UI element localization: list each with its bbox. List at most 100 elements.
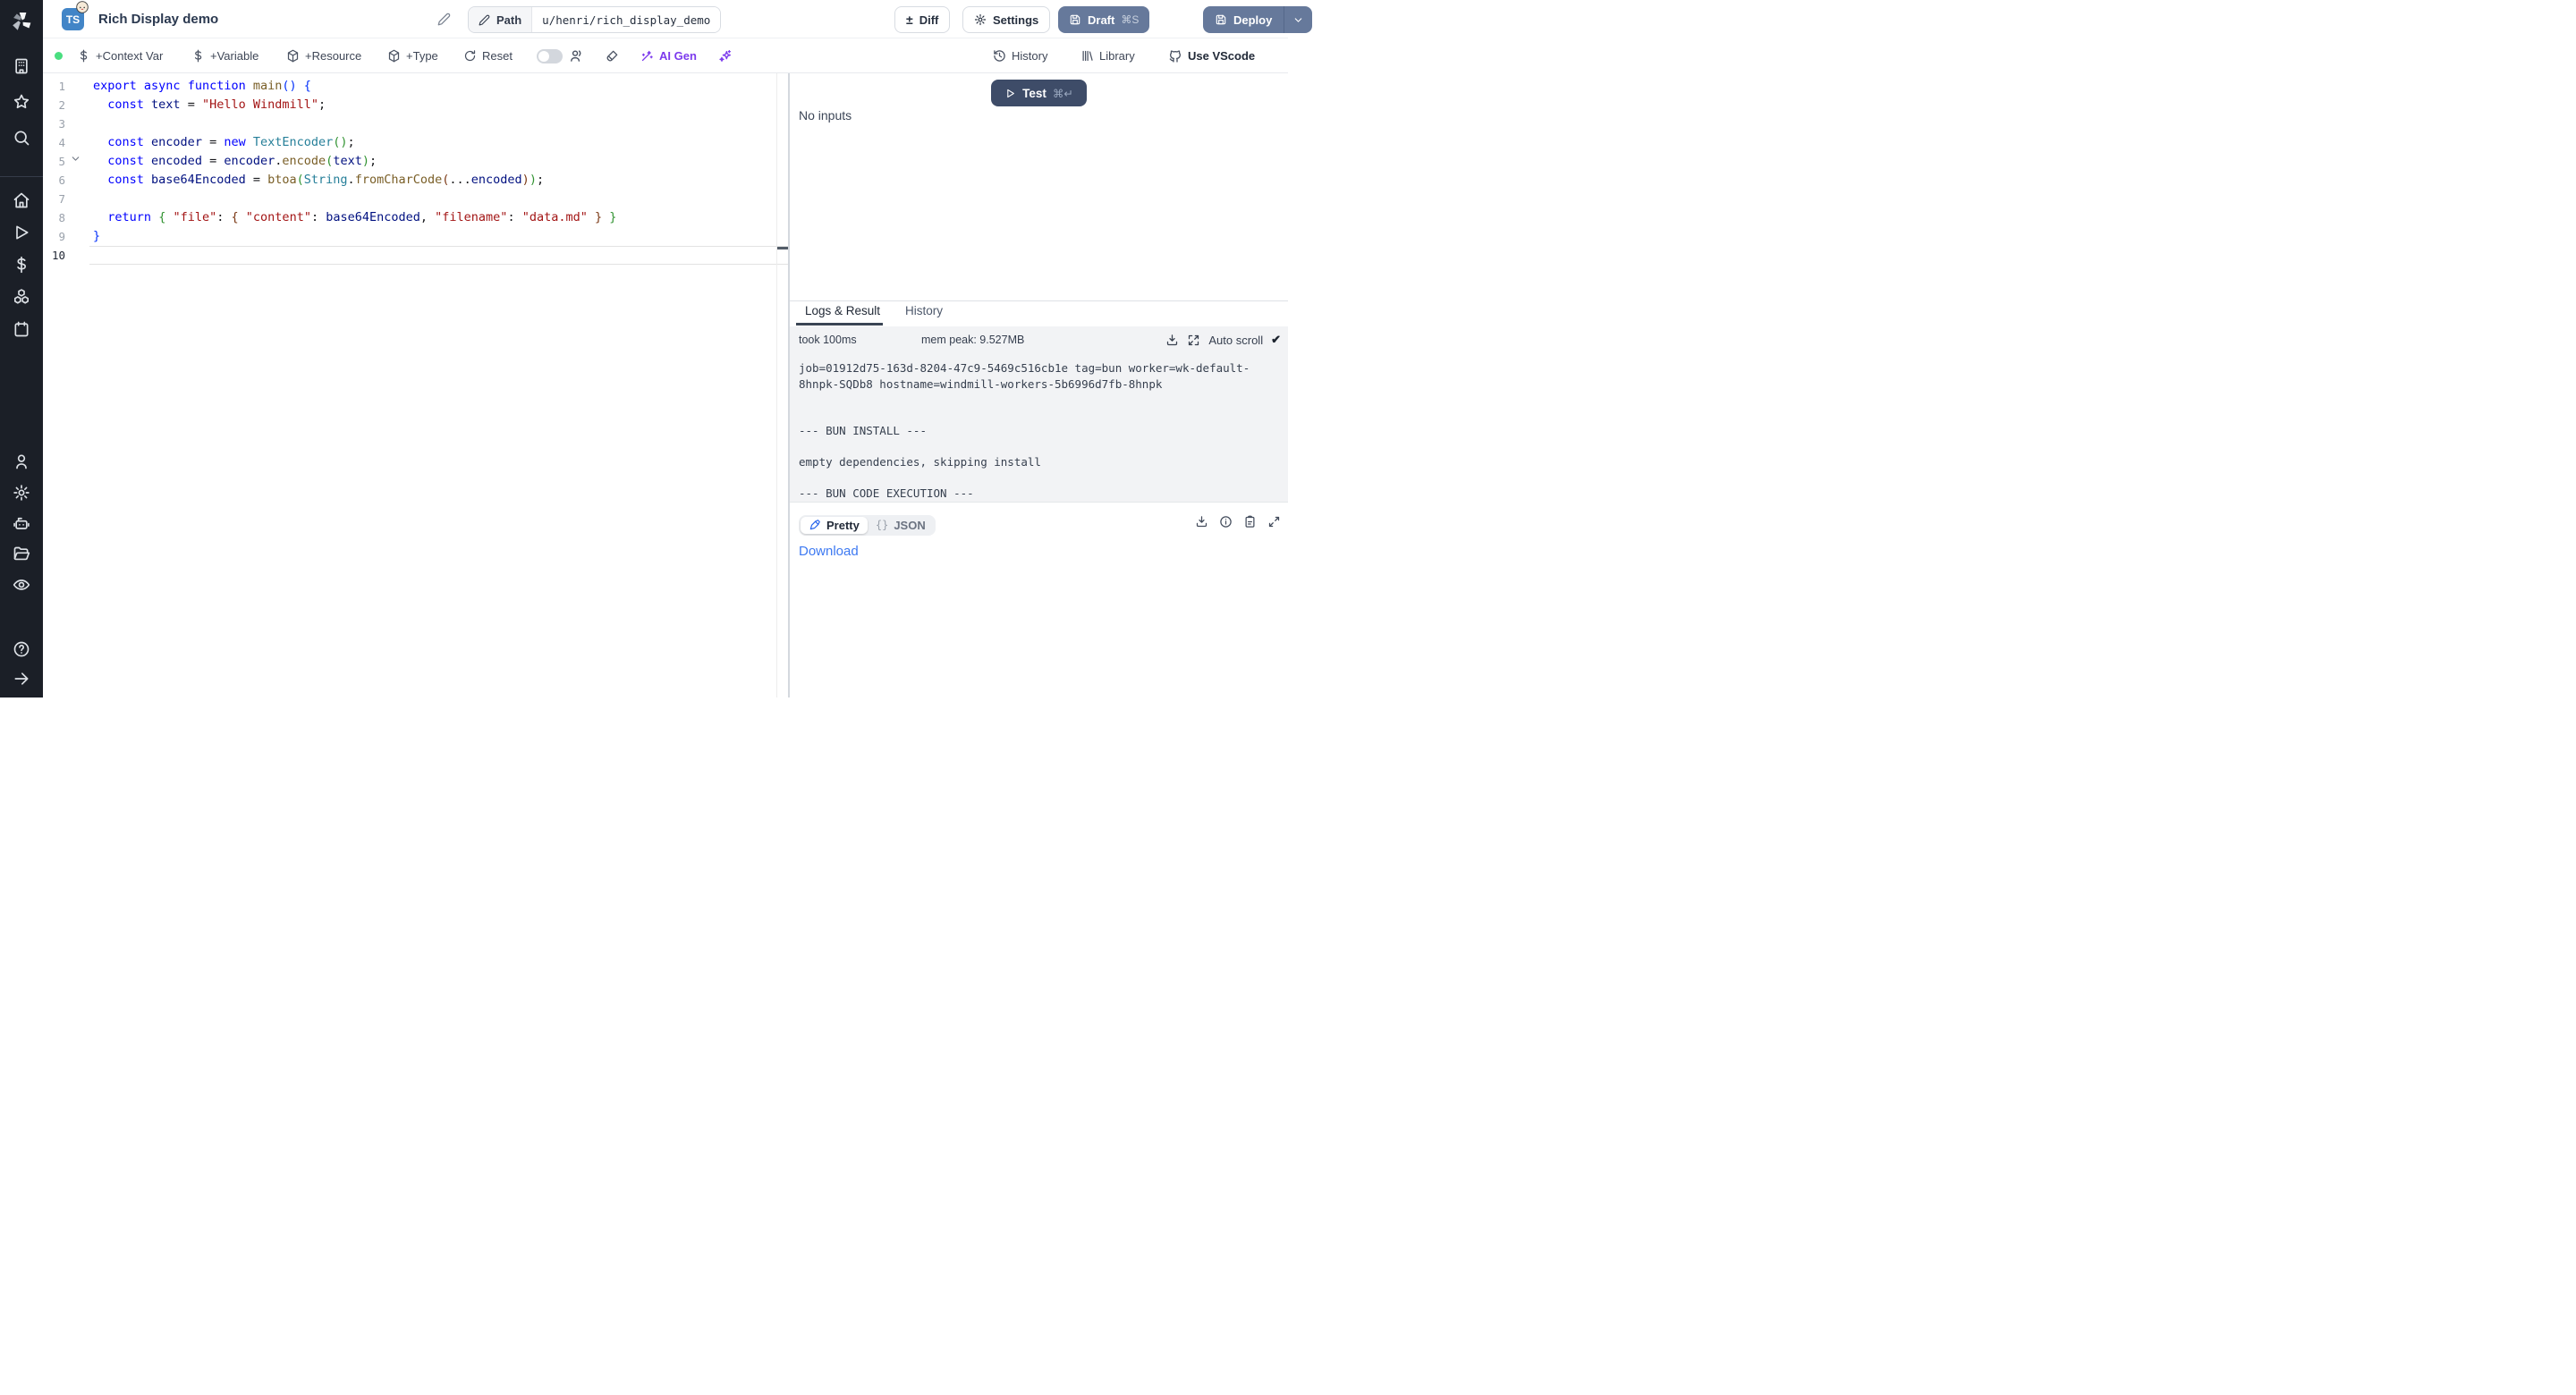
add-variable-label: +Variable — [210, 49, 258, 63]
sparkles-icon — [718, 49, 733, 63]
log-output: job=01912d75-163d-8204-47c9-5469c516cb1e… — [799, 360, 1277, 502]
page-title: Rich Display demo — [98, 12, 218, 27]
library-button[interactable]: Library — [1080, 39, 1135, 72]
dollar-icon — [191, 49, 205, 63]
add-type-label: +Type — [406, 49, 438, 63]
edit-title-pencil-icon[interactable] — [437, 13, 451, 26]
ai-sparkles-button[interactable] — [718, 39, 733, 72]
folders-icon[interactable] — [13, 545, 30, 563]
editor-toolbar: +Context Var +Variable +Resource +Type R… — [43, 39, 1288, 73]
paintbrush-icon — [605, 49, 619, 63]
diff-label: Diff — [919, 13, 939, 27]
reset-button[interactable]: Reset — [463, 39, 513, 72]
package-icon — [286, 49, 300, 63]
test-button[interactable]: Test ⌘↵ — [991, 80, 1087, 106]
status-dot — [55, 52, 63, 60]
deploy-label: Deploy — [1233, 13, 1272, 27]
save-icon — [1215, 13, 1227, 26]
path-value: u/henri/rich_display_demo — [532, 7, 720, 32]
settings-button[interactable]: Settings — [962, 6, 1050, 33]
workspace-building-icon[interactable] — [13, 57, 30, 75]
draft-shortcut: ⌘S — [1121, 13, 1139, 26]
history-clock-icon — [993, 49, 1006, 63]
maximize-result-icon[interactable] — [1267, 515, 1281, 528]
ai-gen-button[interactable]: AI Gen — [640, 39, 697, 72]
history-button[interactable]: History — [993, 39, 1047, 72]
add-context-var-button[interactable]: +Context Var — [77, 39, 163, 72]
variables-dollar-icon[interactable] — [13, 256, 30, 274]
schedules-calendar-icon[interactable] — [13, 320, 30, 338]
home-icon[interactable] — [13, 191, 30, 209]
info-icon[interactable] — [1219, 515, 1233, 528]
download-logs-icon[interactable] — [1165, 334, 1179, 347]
refresh-icon — [463, 49, 477, 63]
left-sidebar — [0, 0, 43, 698]
autoscroll-checkmark[interactable]: ✔ — [1271, 333, 1281, 347]
add-type-button[interactable]: +Type — [387, 39, 438, 72]
play-icon — [1004, 88, 1016, 99]
tab-logs-result[interactable]: Logs & Result — [805, 304, 880, 317]
format-brush-button[interactable] — [605, 39, 619, 72]
use-vscode-button[interactable]: Use VScode — [1168, 39, 1255, 72]
diff-button[interactable]: ± Diff — [894, 6, 950, 33]
users-person-icon[interactable] — [13, 452, 30, 470]
deploy-button[interactable]: Deploy — [1203, 6, 1284, 33]
resources-cubes-icon[interactable] — [13, 288, 30, 306]
draft-button[interactable]: Draft ⌘S — [1058, 6, 1149, 33]
plus-minus-icon: ± — [906, 13, 913, 27]
test-shortcut: ⌘↵ — [1053, 87, 1073, 100]
panel-resize-divider[interactable] — [788, 73, 790, 698]
pretty-view-button[interactable]: Pretty — [801, 517, 868, 534]
settings-gear-icon[interactable] — [13, 484, 30, 502]
bun-runtime-icon — [76, 1, 89, 13]
run-result-panel: Test ⌘↵ No inputs Logs & Result History … — [790, 73, 1288, 698]
code-lines: export async function main() { const tex… — [93, 77, 616, 265]
audit-eye-icon[interactable] — [13, 576, 30, 594]
help-icon[interactable] — [13, 640, 30, 658]
overview-ruler-cursor-marker — [777, 247, 788, 249]
add-variable-button[interactable]: +Variable — [191, 39, 258, 72]
autoscroll-label: Auto scroll — [1208, 334, 1263, 347]
json-view-button[interactable]: {} JSON — [868, 517, 934, 534]
script-path-field[interactable]: Path u/henri/rich_display_demo — [468, 6, 721, 33]
json-label: JSON — [894, 519, 925, 532]
expand-logs-icon[interactable] — [1187, 334, 1200, 347]
gear-icon — [974, 13, 987, 26]
expand-sidebar-arrow-icon[interactable] — [13, 670, 30, 688]
run-stats-row: took 100ms mem peak: 9.527MB Auto scroll… — [790, 326, 1288, 353]
download-result-icon[interactable] — [1195, 515, 1208, 528]
active-tab-underline — [796, 323, 883, 326]
download-link[interactable]: Download — [799, 544, 859, 559]
pretty-label: Pretty — [826, 519, 860, 532]
windmill-logo-icon[interactable] — [9, 9, 34, 34]
favorites-star-icon[interactable] — [13, 93, 30, 111]
settings-label: Settings — [993, 13, 1038, 27]
fold-chevron-icon[interactable] — [70, 153, 81, 165]
result-view-switcher: Pretty {} JSON — [799, 513, 936, 537]
multiplayer-users-button[interactable] — [569, 39, 584, 72]
add-resource-label: +Resource — [305, 49, 361, 63]
search-icon[interactable] — [13, 129, 30, 147]
deploy-dropdown-button[interactable] — [1284, 6, 1312, 33]
workers-robot-icon[interactable] — [13, 515, 30, 533]
duration-stat: took 100ms — [799, 334, 857, 346]
add-resource-button[interactable]: +Resource — [286, 39, 361, 72]
save-icon — [1069, 13, 1081, 26]
ai-gen-label: AI Gen — [659, 49, 697, 63]
history-label: History — [1012, 49, 1047, 63]
tab-history[interactable]: History — [905, 304, 943, 317]
reset-label: Reset — [482, 49, 513, 63]
no-inputs-text: No inputs — [799, 108, 852, 123]
path-label-section: Path — [469, 7, 532, 32]
runs-play-icon[interactable] — [13, 224, 30, 241]
result-actions — [1195, 515, 1281, 528]
path-pencil-icon — [479, 14, 490, 26]
draft-label: Draft — [1088, 13, 1114, 27]
memory-stat: mem peak: 9.527MB — [921, 334, 1024, 346]
panel-horizontal-divider[interactable] — [790, 300, 1288, 301]
copy-clipboard-icon[interactable] — [1243, 515, 1257, 528]
overview-ruler-border — [776, 73, 777, 698]
code-editor[interactable]: 12345678910 export async function main()… — [43, 73, 788, 698]
toggle-knob — [538, 51, 549, 62]
ai-toggle[interactable] — [537, 49, 563, 63]
